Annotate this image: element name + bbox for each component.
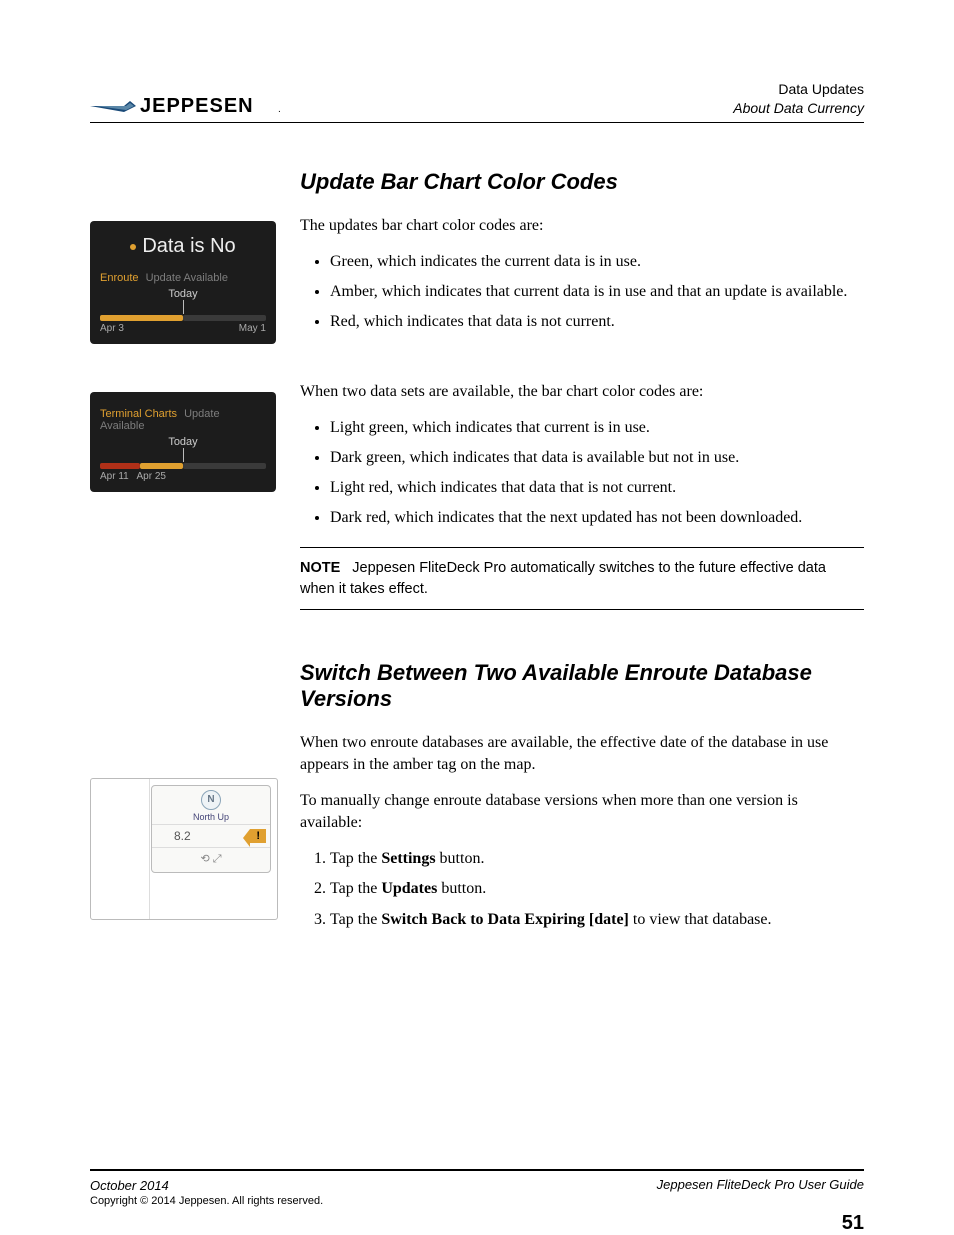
step-item: Tap the Updates button. bbox=[330, 878, 864, 900]
footer-copyright: Copyright © 2014 Jeppesen. All rights re… bbox=[90, 1194, 323, 1209]
widget2-today-label: Today bbox=[90, 434, 276, 448]
note-block: NOTEJeppesen FliteDeck Pro automatically… bbox=[300, 547, 864, 610]
section1-intro2: When two data sets are available, the ba… bbox=[300, 381, 864, 403]
list-item: Dark green, which indicates that data is… bbox=[330, 447, 864, 469]
widget2-date-mid: Apr 25 bbox=[137, 471, 166, 482]
footer-date: October 2014 bbox=[90, 1177, 323, 1195]
enroute-update-widget: Data is No Enroute Update Available Toda… bbox=[90, 221, 276, 344]
section2-para1: When two enroute databases are available… bbox=[300, 732, 864, 776]
footer-guide: Jeppesen FliteDeck Pro User Guide bbox=[657, 1177, 864, 1192]
map-range: 8.2 bbox=[156, 829, 191, 843]
header-subsection: About Data Currency bbox=[733, 99, 864, 118]
note-label: NOTE bbox=[300, 560, 340, 576]
terminal-update-widget: Terminal Charts Update Available Today A… bbox=[90, 392, 276, 492]
svg-text:.: . bbox=[278, 104, 281, 115]
list-item: Red, which indicates that data is not cu… bbox=[330, 311, 864, 333]
map-widget: N North Up 8.2 ! ⟲ ⤢ bbox=[90, 778, 278, 920]
section1-intro: The updates bar chart color codes are: bbox=[300, 215, 864, 237]
amber-tag-icon: ! bbox=[250, 829, 266, 843]
section2-title: Switch Between Two Available Enroute Dat… bbox=[300, 660, 864, 712]
note-text: Jeppesen FliteDeck Pro automatically swi… bbox=[300, 560, 826, 596]
list-item: Dark red, which indicates that the next … bbox=[330, 507, 864, 529]
step-item: Tap the Switch Back to Data Expiring [da… bbox=[330, 909, 864, 931]
widget2-date-left: Apr 11 bbox=[100, 471, 129, 482]
page-number: 51 bbox=[842, 1212, 864, 1235]
compass-icon: N bbox=[201, 790, 221, 810]
list-item: Green, which indicates the current data … bbox=[330, 251, 864, 273]
widget1-category: Enroute bbox=[100, 272, 139, 284]
brand-text: JEPPESEN bbox=[140, 95, 254, 117]
widget1-today-label: Today bbox=[90, 286, 276, 300]
list-item: Light green, which indicates that curren… bbox=[330, 417, 864, 439]
widget1-title: Data is No bbox=[142, 235, 235, 257]
widget1-date-left: Apr 3 bbox=[100, 323, 124, 334]
widget2-category: Terminal Charts bbox=[100, 408, 177, 420]
brand-logo: JEPPESEN . bbox=[90, 90, 290, 118]
page-header: JEPPESEN . Data Updates About Data Curre… bbox=[90, 80, 864, 123]
list-item: Amber, which indicates that current data… bbox=[330, 281, 864, 303]
section1-title: Update Bar Chart Color Codes bbox=[300, 169, 864, 195]
widget1-status: Update Available bbox=[146, 272, 228, 284]
widget1-date-right: May 1 bbox=[239, 323, 266, 334]
page-footer: October 2014 Copyright © 2014 Jeppesen. … bbox=[90, 1169, 864, 1209]
header-section: Data Updates bbox=[733, 80, 864, 99]
north-up-label: North Up bbox=[152, 812, 270, 822]
step-item: Tap the Settings button. bbox=[330, 848, 864, 870]
map-zoom-icons: ⟲ ⤢ bbox=[152, 848, 270, 872]
list-item: Light red, which indicates that data tha… bbox=[330, 477, 864, 499]
section2-para2: To manually change enroute database vers… bbox=[300, 790, 864, 834]
